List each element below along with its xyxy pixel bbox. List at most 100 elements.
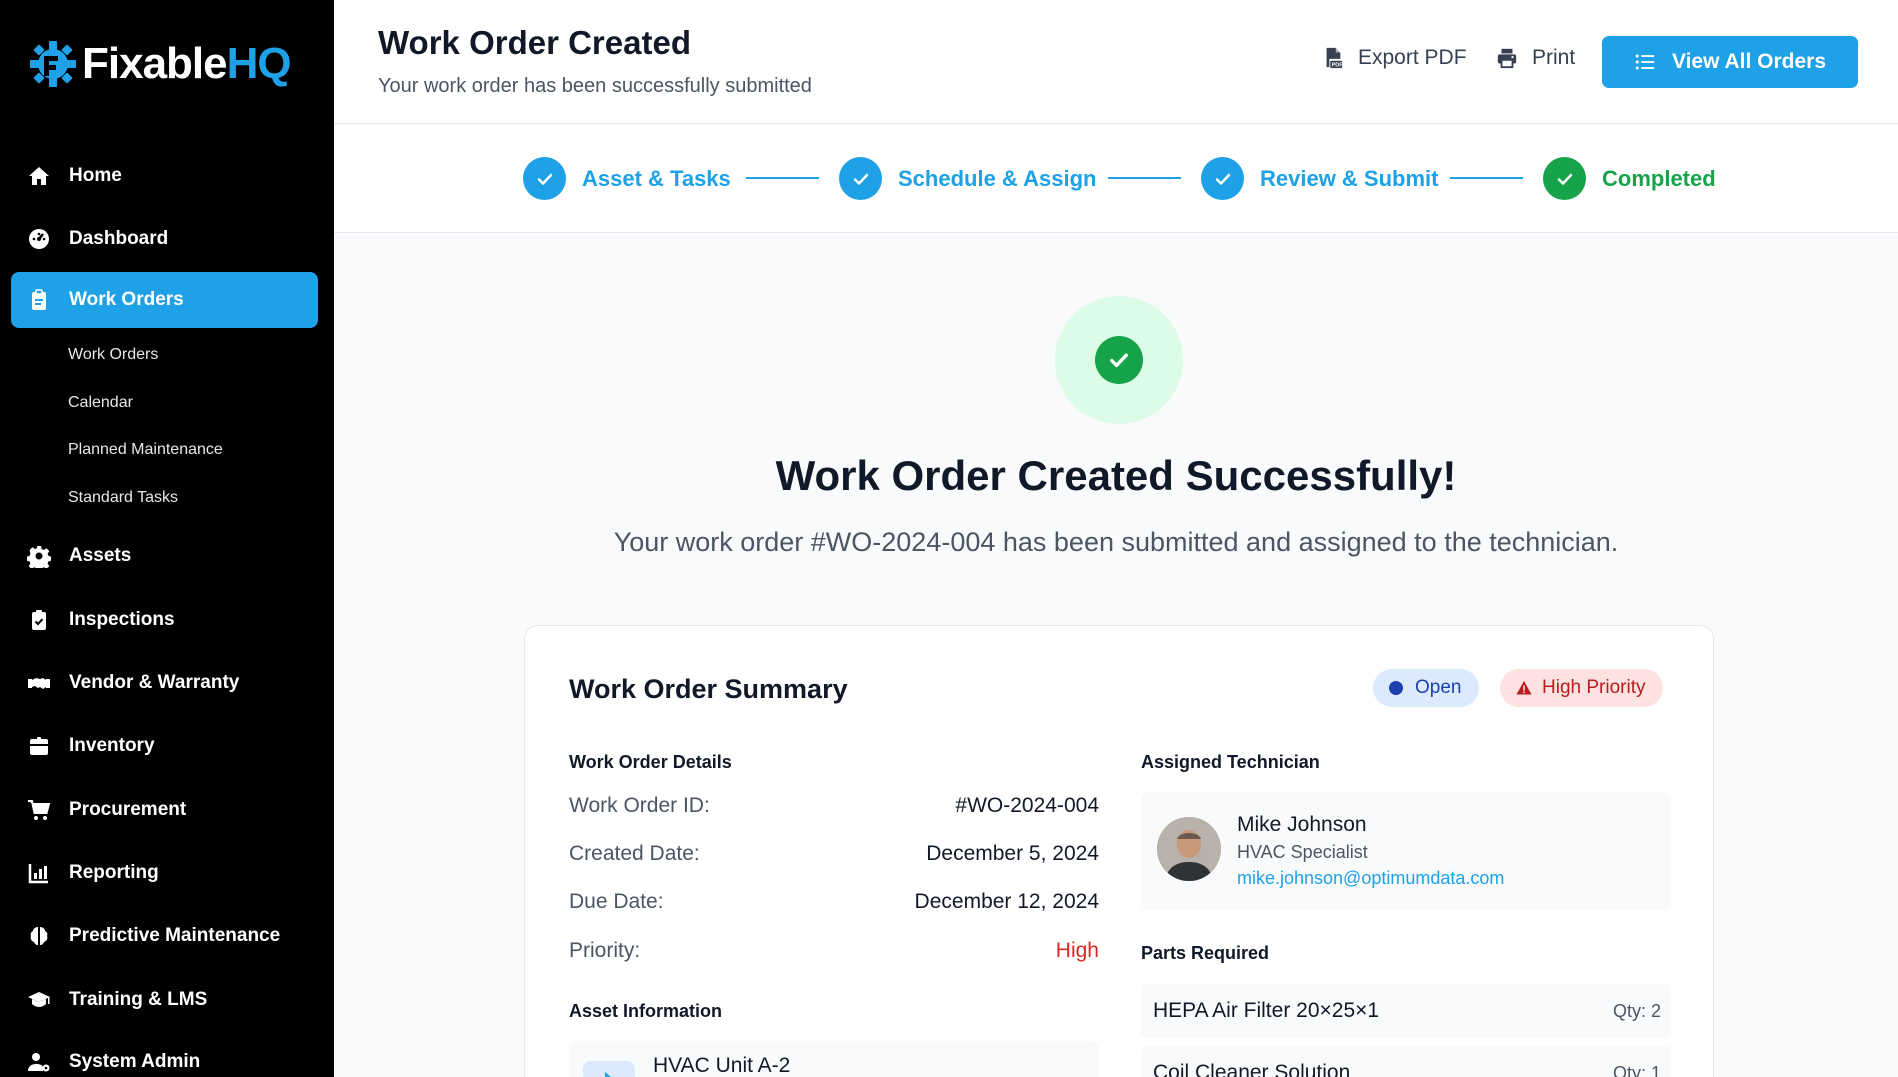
- list-icon: [1635, 54, 1655, 70]
- check-icon: [523, 157, 566, 200]
- user-cog-icon: [25, 1048, 53, 1076]
- avatar: [1157, 817, 1221, 881]
- success-indicator: [1055, 296, 1183, 424]
- detail-row-due-date: Due Date: December 12, 2024: [569, 890, 1099, 913]
- parts-section-title: Parts Required: [1141, 943, 1270, 963]
- file-pdf-icon: PDF: [1326, 47, 1343, 69]
- sidebar-item-label: Inspections: [69, 609, 175, 630]
- sidebar-item-label: Assets: [69, 545, 132, 566]
- part-qty: Qty: 1: [1612, 1062, 1661, 1077]
- step-label: Review & Submit: [1260, 165, 1439, 191]
- clipboard-icon: [25, 286, 53, 314]
- step-connector: [746, 177, 819, 179]
- step-review-submit[interactable]: Review & Submit: [1201, 157, 1438, 200]
- page-subtitle: Your work order has been successfully su…: [378, 75, 812, 97]
- sidebar-item-label: Procurement: [69, 799, 187, 820]
- part-item: HEPA Air Filter 20×25×1 Qty: 2: [1141, 984, 1671, 1038]
- part-item: Coil Cleaner Solution Qty: 1: [1141, 1046, 1671, 1077]
- status-dot-icon: [1389, 681, 1403, 695]
- sidebar-subitem-planned-maintenance[interactable]: Planned Maintenance: [68, 441, 223, 459]
- asset-name: HVAC Unit A-2: [653, 1054, 791, 1077]
- box-icon: [25, 732, 53, 760]
- asset-section-title: Asset Information: [569, 1001, 723, 1021]
- sidebar-item-procurement[interactable]: Procurement: [11, 782, 318, 838]
- step-completed[interactable]: Completed: [1543, 157, 1716, 200]
- sidebar-item-work-orders[interactable]: Work Orders: [11, 272, 318, 328]
- sidebar-item-label: Work Orders: [69, 289, 184, 310]
- progress-stepper: Asset & Tasks Schedule & Assign Review &…: [334, 125, 1898, 233]
- dashboard-gauge-icon: [25, 225, 53, 253]
- step-label: Asset & Tasks: [582, 165, 731, 191]
- printer-icon: [1497, 48, 1517, 69]
- cog-icon: [25, 542, 53, 570]
- brand-logo[interactable]: FixableHQ: [28, 38, 292, 90]
- sidebar-item-home[interactable]: Home: [11, 148, 318, 204]
- sidebar-item-label: Vendor & Warranty: [69, 672, 240, 693]
- home-icon: [25, 162, 53, 190]
- step-connector: [1108, 177, 1181, 179]
- sidebar-item-label: System Admin: [69, 1051, 201, 1072]
- sidebar-subitem-work-orders[interactable]: Work Orders: [68, 346, 158, 364]
- sidebar-item-label: Reporting: [69, 862, 159, 883]
- sidebar-item-label: Home: [69, 165, 122, 186]
- export-pdf-button[interactable]: PDF Export PDF: [1322, 46, 1467, 70]
- detail-row-priority: Priority: High: [569, 939, 1099, 962]
- check-icon: [1543, 157, 1586, 200]
- detail-row-work-order-id: Work Order ID: #WO-2024-004: [569, 794, 1099, 817]
- print-label: Print: [1532, 46, 1576, 69]
- sidebar-item-predictive-maintenance[interactable]: Predictive Maintenance: [11, 908, 318, 964]
- detail-row-created-date: Created Date: December 5, 2024: [569, 842, 1099, 865]
- sidebar-item-label: Training & LMS: [69, 989, 208, 1010]
- sidebar-item-dashboard[interactable]: Dashboard: [11, 211, 318, 267]
- asset-item[interactable]: HVAC Unit A-2: [569, 1041, 1099, 1077]
- step-label: Schedule & Assign: [898, 165, 1097, 191]
- sidebar-item-system-admin[interactable]: System Admin: [11, 1034, 318, 1077]
- step-label: Completed: [1602, 165, 1716, 191]
- check-icon: [839, 157, 882, 200]
- asset-icon: [583, 1061, 635, 1077]
- page-header: Work Order Created Your work order has b…: [334, 0, 1898, 124]
- sidebar-subitem-standard-tasks[interactable]: Standard Tasks: [68, 489, 178, 507]
- handshake-icon: [25, 669, 53, 697]
- step-connector: [1450, 177, 1523, 179]
- check-circle-icon: [1095, 336, 1143, 384]
- success-title: Work Order Created Successfully!: [775, 452, 1457, 499]
- part-name: HEPA Air Filter 20×25×1: [1153, 999, 1380, 1022]
- clipboard-check-icon: [25, 606, 53, 634]
- sidebar-item-inventory[interactable]: Inventory: [11, 718, 318, 774]
- part-name: Coil Cleaner Solution: [1153, 1061, 1351, 1077]
- technician-card: Mike Johnson HVAC Specialist mike.johnso…: [1141, 792, 1671, 910]
- status-badge: Open: [1373, 669, 1480, 707]
- sidebar-item-inspections[interactable]: Inspections: [11, 592, 318, 648]
- summary-title: Work Order Summary: [569, 674, 848, 704]
- work-order-summary-card: Work Order Summary Open High Priority Wo…: [524, 625, 1714, 1077]
- export-pdf-label: Export PDF: [1358, 46, 1467, 69]
- technician-email-link[interactable]: mike.johnson@optimumdata.com: [1237, 868, 1504, 889]
- view-all-orders-label: View All Orders: [1671, 50, 1827, 73]
- technician-section-title: Assigned Technician: [1141, 752, 1320, 772]
- details-section-title: Work Order Details: [569, 752, 732, 772]
- step-asset-tasks[interactable]: Asset & Tasks: [523, 157, 731, 200]
- sidebar: FixableHQ Home Dashboard Work Orders Wor…: [0, 0, 334, 1077]
- step-schedule-assign[interactable]: Schedule & Assign: [839, 157, 1096, 200]
- graduation-cap-icon: [25, 986, 53, 1014]
- page-title: Work Order Created: [378, 24, 691, 61]
- brand-name: FixableHQ: [82, 39, 292, 88]
- print-button[interactable]: Print: [1496, 46, 1575, 70]
- sidebar-item-assets[interactable]: Assets: [11, 528, 318, 584]
- view-all-orders-button[interactable]: View All Orders: [1602, 36, 1858, 88]
- success-message: Your work order #WO-2024-004 has been su…: [613, 527, 1619, 557]
- warning-triangle-icon: [1516, 681, 1532, 695]
- cart-icon: [25, 796, 53, 824]
- sidebar-item-label: Inventory: [69, 735, 155, 756]
- technician-name: Mike Johnson: [1237, 813, 1367, 836]
- sidebar-subitem-calendar[interactable]: Calendar: [68, 394, 133, 412]
- sidebar-item-label: Dashboard: [69, 228, 169, 249]
- chart-icon: [25, 859, 53, 887]
- sidebar-item-vendor-warranty[interactable]: Vendor & Warranty: [11, 655, 318, 711]
- sidebar-item-training-lms[interactable]: Training & LMS: [11, 972, 318, 1028]
- brain-icon: [25, 922, 53, 950]
- sidebar-item-reporting[interactable]: Reporting: [11, 845, 318, 901]
- gear-logo-icon: [30, 41, 76, 87]
- priority-badge: High Priority: [1500, 669, 1664, 707]
